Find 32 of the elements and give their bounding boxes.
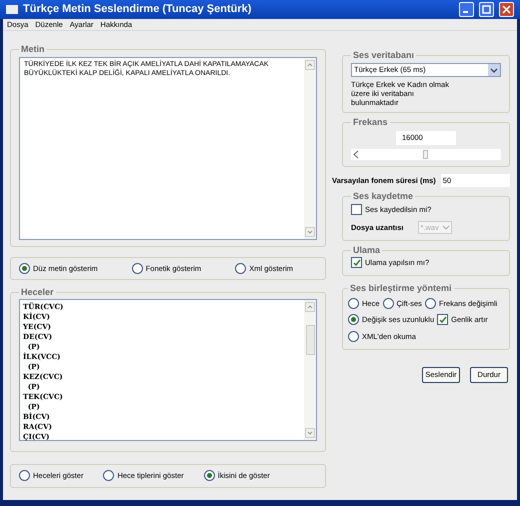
radio-button[interactable] — [348, 314, 359, 326]
frequency-slider[interactable] — [351, 149, 501, 160]
radio-button[interactable] — [132, 262, 143, 274]
window-icon — [6, 5, 18, 14]
radio-button[interactable] — [348, 298, 359, 310]
group-title: Ulama — [352, 244, 382, 257]
radio-button[interactable] — [424, 298, 436, 310]
minimize-button[interactable] — [459, 2, 474, 17]
group-title: Heceler — [20, 286, 55, 299]
radio-button[interactable] — [19, 470, 30, 482]
slider-thumb[interactable] — [423, 150, 428, 159]
radio-button[interactable] — [204, 470, 215, 482]
checkbox[interactable] — [351, 204, 362, 215]
close-icon — [502, 5, 511, 14]
radio-button[interactable] — [19, 262, 30, 274]
group-title: Frekans — [352, 116, 389, 128]
checkbox[interactable] — [351, 257, 362, 268]
checkbox[interactable] — [437, 314, 448, 326]
radio-button[interactable] — [103, 470, 114, 482]
maximize-button[interactable] — [479, 2, 494, 17]
group-title: Ses birleştirme yöntemi — [349, 282, 453, 295]
radio-button[interactable] — [382, 298, 394, 310]
scrollbar[interactable] — [304, 300, 316, 440]
group-title: Ses kaydetme — [352, 190, 414, 203]
radio-button[interactable] — [235, 262, 246, 274]
group-title: Ses veritabanı — [352, 49, 416, 62]
maximize-icon — [482, 5, 491, 14]
close-button[interactable] — [499, 2, 514, 17]
group-title: Metin — [20, 43, 46, 56]
radio-button[interactable] — [348, 330, 359, 342]
window-title: Türkçe Metin Seslendirme (Tuncay Şentürk) — [23, 2, 252, 18]
scrollbar-thumb[interactable] — [306, 325, 314, 356]
